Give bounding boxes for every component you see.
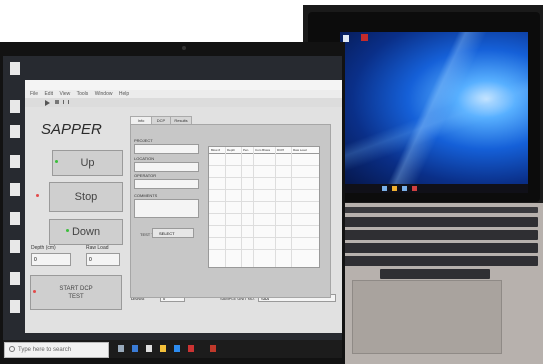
home-key-row — [342, 243, 538, 253]
desktop-file-icon — [10, 155, 20, 168]
taskbar-app-icon[interactable] — [210, 345, 216, 352]
tablet-taskbar — [340, 184, 528, 193]
up-button[interactable]: Up — [52, 150, 123, 176]
menu-view[interactable]: View — [59, 91, 70, 97]
menu-window[interactable]: Window — [95, 91, 113, 97]
spacebar-key-row — [380, 269, 490, 279]
desktop-file-icon — [10, 300, 20, 313]
results-table: Blow # Depth Pen. Cum Blows DCPI Raw Loa… — [208, 146, 320, 268]
search-icon — [9, 346, 15, 353]
stop-button[interactable]: Stop — [49, 182, 123, 212]
table-column — [241, 147, 242, 267]
location-input[interactable] — [134, 162, 199, 172]
taskbar-app-icon — [402, 186, 407, 191]
table-column — [225, 147, 226, 267]
top-letter-key-row — [342, 230, 538, 240]
raw-load-value: 0 — [89, 257, 92, 263]
desktop-app-icon — [361, 34, 368, 41]
desktop-file-icon — [10, 272, 20, 285]
menu-edit[interactable]: Edit — [44, 91, 53, 97]
operator-label: OPERATOR — [134, 173, 157, 178]
project-label: PROJECT — [134, 138, 153, 143]
number-key-row — [342, 217, 538, 227]
table-column — [253, 147, 254, 267]
down-button[interactable]: Down — [49, 219, 123, 245]
taskbar-app-icon[interactable] — [146, 345, 152, 352]
desktop-file-icon — [10, 183, 20, 196]
desktop-file-icon — [10, 240, 20, 253]
run-arrow-icon[interactable] — [45, 100, 50, 106]
app-toolbar — [25, 98, 342, 107]
stop-button-label: Stop — [74, 191, 98, 203]
webcam-dot — [182, 46, 186, 50]
windows-logo-light-rays — [340, 32, 528, 192]
recycle-bin-icon — [343, 35, 349, 42]
test-type-value: SELECT — [159, 231, 175, 236]
operator-input[interactable] — [134, 179, 199, 189]
taskbar-app-icon — [392, 186, 397, 191]
table-column — [291, 147, 292, 267]
stop-icon[interactable] — [55, 100, 59, 104]
depth-label: Depth (cm) — [31, 245, 56, 251]
table-column — [275, 147, 276, 267]
menu-tools[interactable]: Tools — [77, 91, 89, 97]
tab-info-label: Info — [137, 118, 145, 123]
start-dcp-label-line1: START DCP — [59, 285, 93, 292]
raw-load-label: Raw Load — [86, 245, 109, 251]
desktop-file-icon — [10, 62, 20, 75]
bottom-letter-key-row — [342, 256, 538, 266]
taskbar-app-icon[interactable] — [118, 345, 124, 352]
location-label: LOCATION — [134, 156, 155, 161]
taskbar-search-box[interactable]: Type here to search — [4, 342, 109, 358]
app-menu-bar: File Edit View Tools Window Help — [25, 90, 342, 98]
comments-input[interactable] — [134, 199, 199, 218]
pause-icon[interactable] — [63, 100, 69, 104]
function-key-row — [342, 207, 538, 213]
search-placeholder: Type here to search — [18, 347, 72, 353]
project-input[interactable] — [134, 144, 199, 154]
depth-value: 0 — [34, 257, 37, 263]
raw-load-field: 0 — [86, 253, 120, 266]
desktop-file-icon — [10, 212, 20, 225]
stop-led-indicator — [36, 194, 39, 197]
app-title-text: SAPPER — [41, 121, 102, 138]
down-button-label: Down — [71, 226, 101, 238]
taskbar-app-icon — [412, 186, 417, 191]
touchpad — [352, 280, 502, 354]
menu-help[interactable]: Help — [119, 91, 129, 97]
desktop-file-icon — [10, 100, 20, 113]
tab-results-label: Results — [174, 118, 188, 123]
desktop-file-icon — [10, 125, 20, 138]
down-led-indicator — [66, 229, 69, 232]
up-button-label: Up — [80, 157, 95, 169]
comments-label: COMMENTS — [134, 193, 158, 198]
taskbar-app-icon[interactable] — [174, 345, 180, 352]
start-dcp-test-button[interactable]: START DCP TEST — [30, 275, 122, 310]
start-dcp-label-line2: TEST — [68, 293, 84, 300]
tab-dcp-label: DCP — [156, 118, 166, 123]
taskbar-app-icon[interactable] — [132, 345, 138, 352]
taskbar-app-icon[interactable] — [188, 345, 194, 352]
taskbar-app-icon — [382, 186, 387, 191]
app-title-bar[interactable] — [25, 80, 342, 90]
up-led-indicator — [55, 160, 58, 163]
menu-file[interactable]: File — [30, 91, 38, 97]
taskbar-app-icon[interactable] — [160, 345, 166, 352]
start-dcp-led-indicator — [33, 290, 36, 293]
test-type-select[interactable]: SELECT — [152, 228, 194, 238]
depth-field: 0 — [31, 253, 71, 266]
